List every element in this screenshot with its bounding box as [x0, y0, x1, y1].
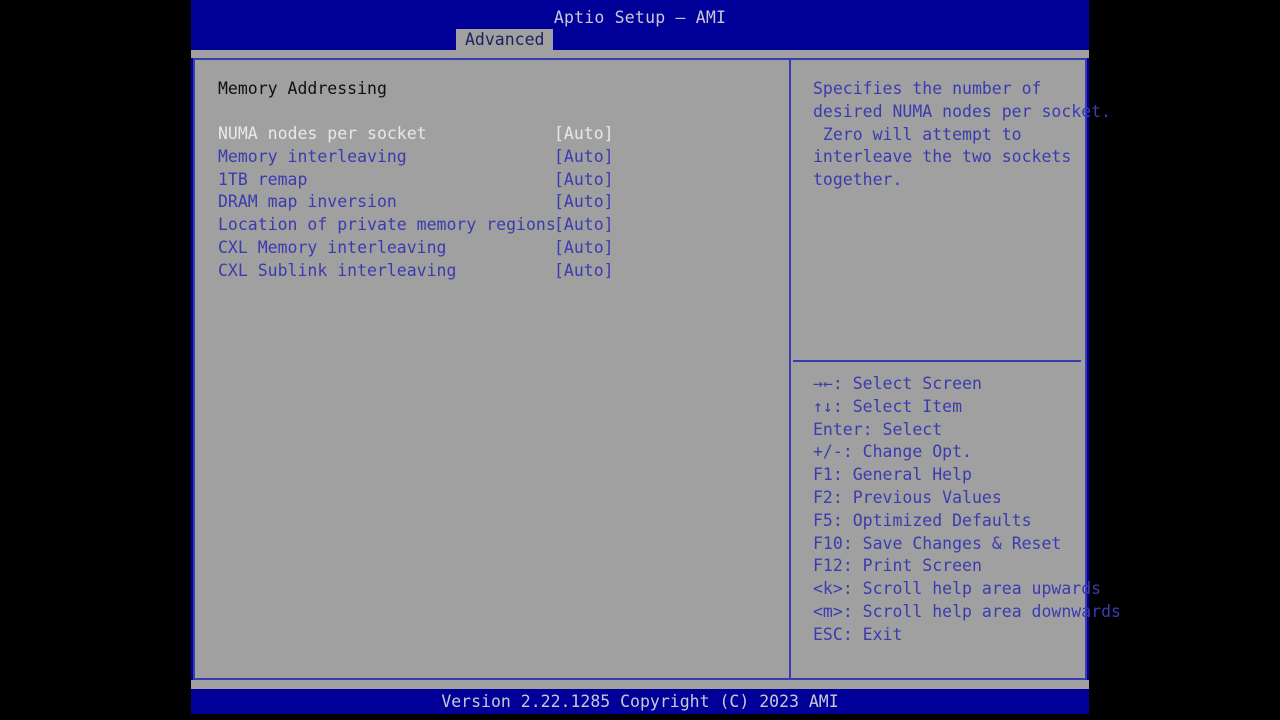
shortcut-row: F5: Optimized Defaults — [813, 511, 1103, 534]
shortcut-keys: <k> — [813, 579, 843, 599]
content-frame: Memory Addressing NUMA nodes per socket [… — [193, 58, 1121, 680]
setting-value[interactable]: [Auto] — [554, 238, 614, 257]
lower-gray-strip — [191, 680, 1089, 689]
shortcut-row: F12: Print Screen — [813, 556, 1103, 579]
help-description: Specifies the number of desired NUMA node… — [813, 79, 1112, 193]
setting-label: NUMA nodes per socket — [218, 124, 427, 143]
help-panel: Specifies the number of desired NUMA node… — [791, 60, 1121, 678]
shortcut-row: ESC: Exit — [813, 625, 1103, 648]
shortcut-row: F2: Previous Values — [813, 488, 1103, 511]
section-title: Memory Addressing — [218, 79, 387, 98]
shortcut-row: F1: General Help — [813, 465, 1103, 488]
help-line: desired NUMA nodes per socket. — [813, 101, 1112, 121]
help-line: interleave the two sockets — [813, 147, 1072, 167]
shortcut-action: : Select — [862, 419, 943, 439]
upper-gray-strip — [191, 50, 1089, 58]
help-line: Zero will attempt to — [813, 124, 1022, 144]
setting-row[interactable]: CXL Memory interleaving [Auto] — [218, 238, 768, 261]
shortcut-row: ↑↓: Select Item — [813, 397, 1103, 420]
setting-label: Location of private memory regions — [218, 215, 556, 235]
page-title: Aptio Setup – AMI — [553, 8, 727, 27]
shortcut-action: : Previous Values — [832, 487, 1002, 507]
shortcut-keys: +/- — [813, 442, 843, 462]
setting-label: Memory interleaving — [218, 146, 407, 166]
setting-row[interactable]: Location of private memory regions [Auto] — [218, 215, 768, 238]
shortcut-row: F10: Save Changes & Reset — [813, 534, 1103, 557]
shortcut-row: →←: Select Screen — [813, 374, 1103, 397]
shortcut-keys: F5 — [813, 510, 833, 530]
setting-row[interactable]: DRAM map inversion [Auto] — [218, 192, 768, 215]
shortcut-action: : General Help — [832, 465, 972, 485]
setting-label: 1TB remap — [218, 169, 308, 189]
title-bar: Aptio Setup – AMI Advanced — [191, 0, 1089, 50]
shortcut-action: : Scroll help area upwards — [842, 579, 1102, 599]
footer-bar: Version 2.22.1285 Copyright (C) 2023 AMI — [191, 689, 1089, 714]
shortcut-action: : Exit — [842, 624, 903, 644]
setting-label: DRAM map inversion — [218, 192, 397, 212]
shortcut-action: : Save Changes & Reset — [842, 533, 1062, 553]
shortcut-keys: <m> — [813, 601, 843, 621]
shortcut-row: <m>: Scroll help area downwards — [813, 601, 1121, 625]
shortcut-keys: F12 — [813, 556, 843, 576]
shortcut-row: <k>: Scroll help area upwards — [813, 579, 1103, 602]
setting-label: CXL Sublink interleaving — [218, 260, 457, 280]
tab-bar: Advanced — [191, 29, 1089, 50]
setting-row[interactable]: Memory interleaving [Auto] — [218, 147, 768, 170]
shortcut-action: : Print Screen — [842, 556, 982, 576]
help-line: together. — [813, 170, 903, 190]
shortcut-keys: F10 — [813, 533, 843, 553]
setting-value[interactable]: [Auto] — [554, 124, 614, 143]
setting-value[interactable]: [Auto] — [554, 170, 614, 189]
help-separator — [793, 360, 1081, 362]
setting-value[interactable]: [Auto] — [554, 147, 614, 166]
shortcut-row: Enter: Select — [813, 420, 1103, 443]
settings-list: NUMA nodes per socket [Auto] Memory interl… — [218, 124, 768, 284]
version-label: Version 2.22.1285 Copyright (C) 2023 AMI — [441, 692, 839, 711]
setting-value[interactable]: [Auto] — [554, 261, 614, 280]
setting-value[interactable]: [Auto] — [554, 215, 614, 234]
shortcut-keys: →← — [813, 374, 833, 393]
settings-panel: Memory Addressing NUMA nodes per socket [… — [195, 60, 789, 678]
keyboard-shortcut-list: →←: Select Screen ↑↓: Select Item Enter: S… — [813, 374, 1121, 648]
shortcut-keys: ↑↓ — [813, 396, 833, 416]
shortcut-action: : Optimized Defaults — [832, 510, 1032, 530]
bios-setup-window: Aptio Setup – AMI Advanced Memory Addres… — [191, 0, 1121, 714]
setting-row[interactable]: 1TB remap [Auto] — [218, 170, 768, 193]
shortcut-action: : Select Item — [832, 396, 963, 416]
setting-label: CXL Memory interleaving — [218, 237, 447, 257]
setting-row[interactable]: CXL Sublink interleaving [Auto] — [218, 261, 768, 284]
shortcut-action: : Scroll help area downwards — [842, 601, 1121, 621]
tab-advanced[interactable]: Advanced — [456, 29, 554, 50]
shortcut-keys: F1 — [813, 465, 833, 485]
shortcut-action: : Select Screen — [832, 374, 982, 393]
shortcut-keys: Enter — [813, 419, 863, 439]
shortcut-keys: ESC — [813, 624, 843, 644]
shortcut-row: +/-: Change Opt. — [813, 442, 1103, 465]
setting-row[interactable]: NUMA nodes per socket [Auto] — [218, 124, 768, 147]
shortcut-keys: F2 — [813, 487, 833, 507]
shortcut-action: : Change Opt. — [842, 442, 972, 462]
help-line: Specifies the number of — [813, 79, 1042, 98]
setting-value[interactable]: [Auto] — [554, 192, 614, 211]
